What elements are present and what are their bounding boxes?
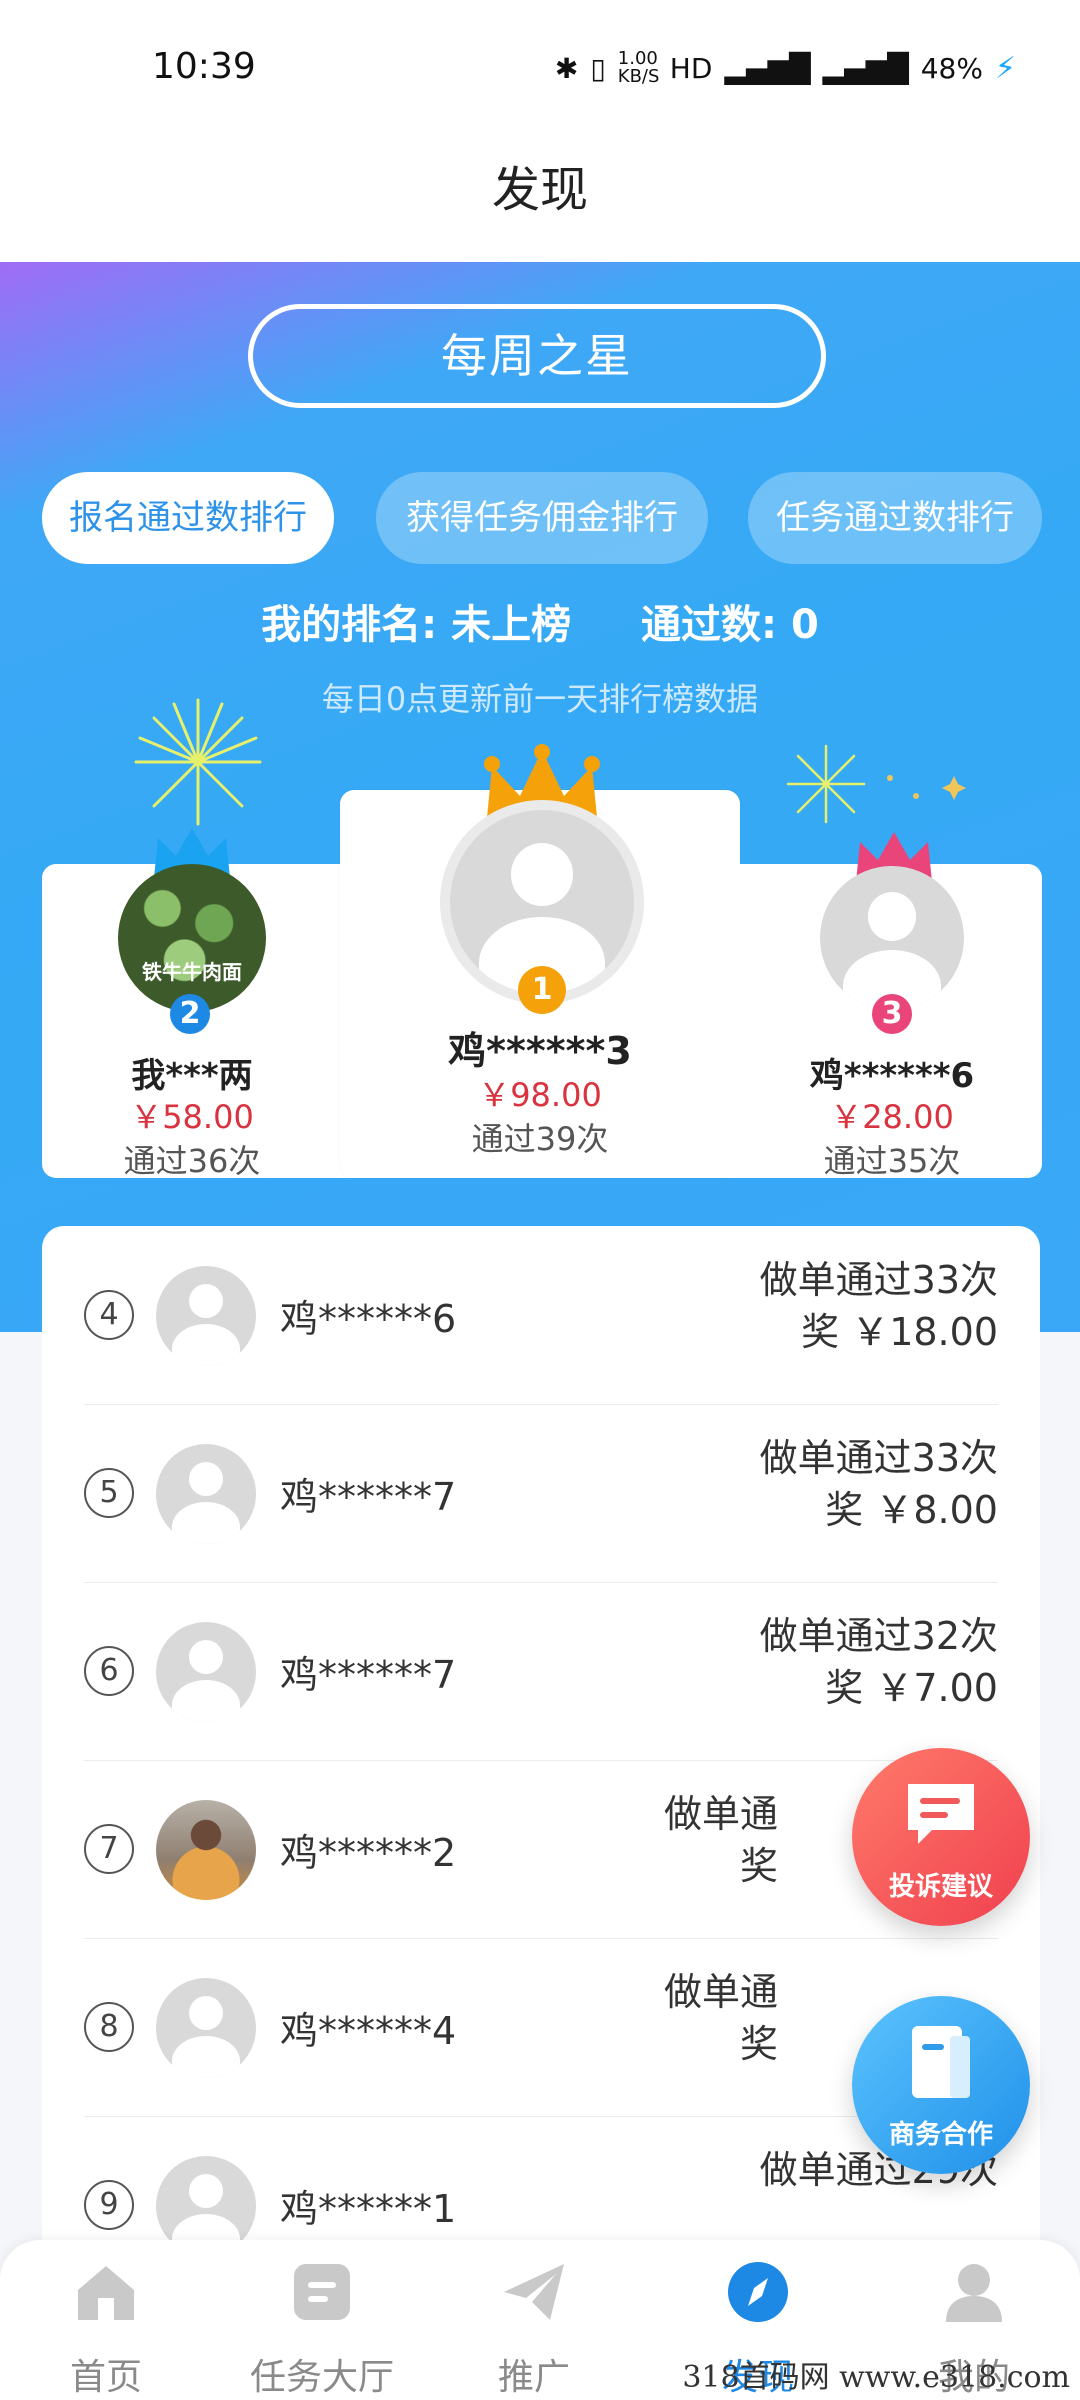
page-title: 发现 [0, 140, 1080, 262]
pass-count: 做单通过32次 [759, 1614, 998, 1658]
avatar [156, 1622, 256, 1722]
paper-plane-icon [504, 2264, 564, 2320]
user-name: 鸡******6 [280, 1297, 457, 1341]
podium-second-pass: 通过36次 [123, 1142, 261, 1180]
weekly-star-section: 每周之星 报名通过数排行 获得任务佣金排行 任务通过数排行 我的排名: 未上榜 … [0, 262, 1080, 1332]
podium-first-name: 鸡******3 [448, 1029, 632, 1073]
rank-number: 7 [84, 1824, 134, 1874]
firework-small-icon [786, 744, 866, 824]
podium: 铁牛牛肉面 2 我***两 ￥58.00 通过36次 1 鸡******3 ￥9… [0, 262, 1080, 1332]
user-name: 鸡******2 [280, 1831, 457, 1875]
user-icon [946, 2264, 1002, 2322]
hd-label: HD [669, 51, 713, 85]
rank-number: 8 [84, 2002, 134, 2052]
reward-amount: 奖 ￥7.00 [825, 1666, 998, 1710]
complaint-button[interactable]: 投诉建议 [852, 1748, 1030, 1926]
row-stats: 做单通过33次奖 ￥8.00 [760, 1432, 998, 1536]
signal-icon-2: ▂▄▆█ [822, 51, 909, 85]
rank-number: 5 [84, 1468, 134, 1518]
user-name: 鸡******7 [280, 1653, 457, 1697]
status-icons: ✱ ▯ 1.00 KB/S HD ▂▄▆█ ▂▄▆█ 48% ⚡ [555, 50, 1016, 86]
row-stats: 做单通奖 [664, 1966, 778, 2070]
user-name: 鸡******7 [280, 1475, 457, 1519]
reward-amount: 奖 ￥8.00 [825, 1488, 998, 1532]
podium-third-pass: 通过35次 [823, 1142, 961, 1180]
avatar [156, 1978, 256, 2078]
status-bar: 10:39 ✱ ▯ 1.00 KB/S HD ▂▄▆█ ▂▄▆█ 48% ⚡ [0, 0, 1080, 140]
sparkle-icon [887, 775, 966, 800]
task-icon [294, 2264, 350, 2320]
rank-number: 9 [84, 2180, 134, 2230]
charging-icon: ⚡ [994, 50, 1016, 86]
reward-amount: 奖 [739, 1844, 778, 1888]
compass-icon [728, 2262, 788, 2322]
watermark-text: 318首码网 www.e318.com [682, 2360, 1070, 2395]
rank-number: 4 [84, 1290, 134, 1340]
row-stats: 做单通过32次奖 ￥7.00 [760, 1610, 998, 1714]
row-stats: 做单通过33次奖 ￥18.00 [760, 1254, 998, 1358]
podium-third-name: 鸡******6 [809, 1056, 975, 1096]
user-name: 鸡******4 [280, 2009, 457, 2053]
rank-badge-3: 3 [872, 994, 912, 1034]
avatar [156, 1444, 256, 1544]
pass-count: 做单通 [663, 1792, 778, 1836]
status-time: 10:39 [152, 46, 256, 87]
chat-icon [908, 1784, 974, 1844]
podium-first-prize: ￥98.00 [478, 1076, 602, 1114]
pass-count: 做单通过33次 [759, 1258, 998, 1302]
home-icon [78, 2266, 134, 2320]
podium-second-name: 我***两 [131, 1056, 253, 1096]
reward-amount: 奖 ￥18.00 [801, 1310, 998, 1354]
signal-icon-1: ▂▄▆█ [724, 51, 811, 85]
podium-second-avatar: 铁牛牛肉面 [118, 864, 266, 1012]
list-item[interactable]: 6 鸡******7 做单通过32次奖 ￥7.00 [84, 1582, 998, 1761]
rank-badge-1: 1 [518, 966, 566, 1014]
avatar [156, 1800, 256, 1900]
vibrate-icon: ▯ [590, 51, 606, 85]
firework-icon [134, 698, 262, 826]
battery-percent: 48% [920, 51, 983, 85]
row-stats: 做单通奖 [664, 1788, 778, 1892]
podium-third-avatar [820, 866, 964, 1010]
user-name: 鸡******1 [280, 2187, 457, 2231]
reward-amount: 奖 [739, 2022, 778, 2066]
rank-badge-2: 2 [170, 994, 210, 1034]
net-speed: 1.00 KB/S [617, 48, 660, 87]
business-cooperation-button[interactable]: 商务合作 [852, 1996, 1030, 2174]
bottom-tab-bar: 首页 任务大厅 推广 发现 我的 318首码网 www.e318.com [0, 2240, 1080, 2400]
list-item[interactable]: 4 鸡******6 做单通过33次奖 ￥18.00 [84, 1226, 998, 1405]
podium-first-pass: 通过39次 [471, 1120, 609, 1158]
pass-count: 做单通 [663, 1970, 778, 2014]
list-item[interactable]: 5 鸡******7 做单通过33次奖 ￥8.00 [84, 1404, 998, 1583]
pass-count: 做单通过33次 [759, 1436, 998, 1480]
document-icon [912, 2026, 970, 2098]
podium-second-prize: ￥58.00 [130, 1098, 254, 1136]
bluetooth-icon: ✱ [554, 51, 579, 85]
podium-third-prize: ￥28.00 [830, 1098, 954, 1136]
rank-number: 6 [84, 1646, 134, 1696]
avatar [156, 1266, 256, 1366]
